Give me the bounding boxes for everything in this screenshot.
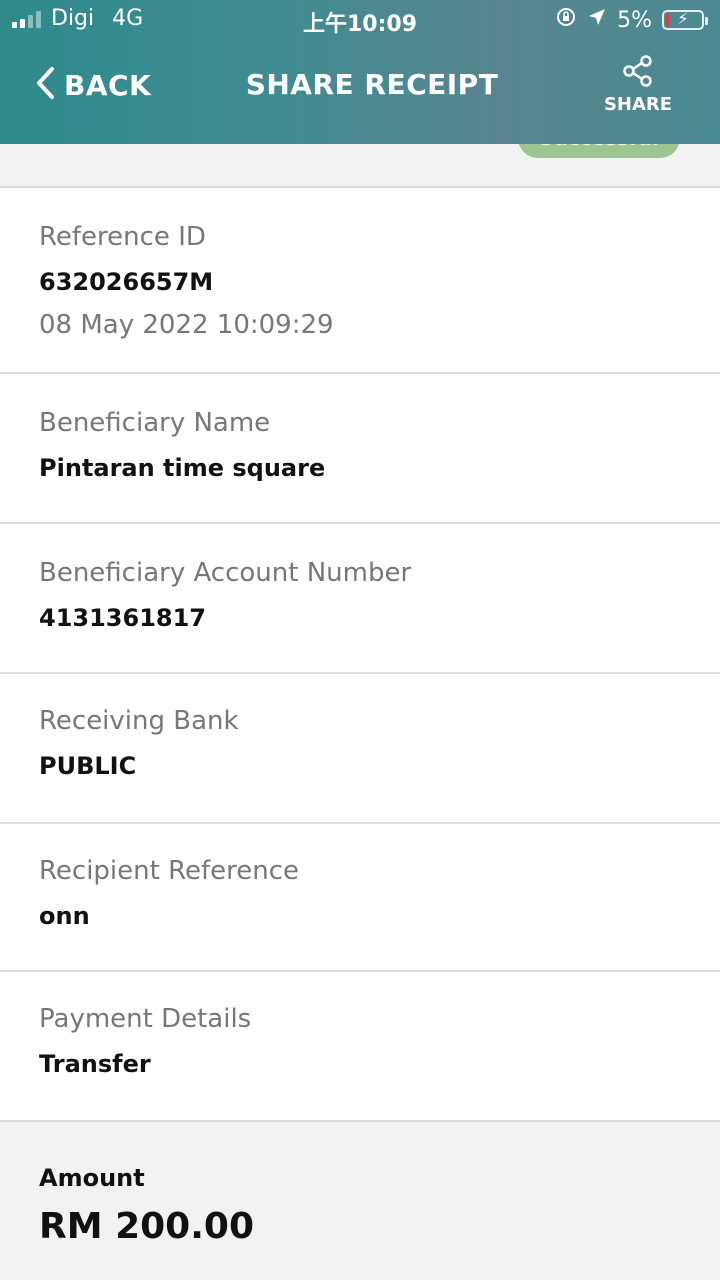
beneficiary-name-row: Beneficiary Name Pintaran time square	[0, 374, 720, 524]
transaction-datetime: 08 May 2022 10:09:29	[39, 310, 334, 340]
status-bar: Digi 4G 上午10:09 5% ⚡	[0, 0, 720, 40]
location-icon	[587, 7, 607, 33]
payment-details-row: Payment Details Transfer	[0, 972, 720, 1122]
reference-row: Reference ID 632026657M 08 May 2022 10:0…	[0, 188, 720, 374]
beneficiary-account-row: Beneficiary Account Number 4131361817	[0, 524, 720, 674]
share-button[interactable]: SHARE	[598, 54, 678, 115]
share-icon	[621, 55, 655, 92]
reference-value: 632026657M	[39, 268, 214, 296]
beneficiary-name-value: Pintaran time square	[39, 454, 326, 482]
receiving-bank-row: Receiving Bank PUBLIC	[0, 674, 720, 824]
reference-label: Reference ID	[39, 222, 206, 252]
battery-percent: 5%	[617, 7, 652, 33]
status-badge: Successful	[518, 144, 680, 158]
nav-bar: BACK SHARE RECEIPT SHARE	[0, 40, 720, 144]
share-label: SHARE	[603, 94, 673, 115]
charging-icon: ⚡	[677, 9, 689, 28]
payment-details-label: Payment Details	[39, 1004, 252, 1034]
rotation-lock-icon	[555, 6, 577, 34]
amount-value: RM 200.00	[39, 1206, 254, 1247]
amount-label: Amount	[39, 1164, 145, 1192]
recipient-reference-label: Recipient Reference	[39, 856, 299, 886]
status-strip: Successful	[0, 144, 720, 188]
receiving-bank-value: PUBLIC	[39, 752, 137, 780]
amount-section: Amount RM 200.00	[0, 1122, 720, 1280]
payment-details-value: Transfer	[39, 1050, 151, 1078]
battery-icon: ⚡	[662, 9, 708, 30]
receiving-bank-label: Receiving Bank	[39, 706, 239, 736]
beneficiary-account-label: Beneficiary Account Number	[39, 558, 412, 588]
beneficiary-account-value: 4131361817	[39, 604, 206, 632]
beneficiary-name-label: Beneficiary Name	[39, 408, 271, 438]
recipient-reference-value: onn	[39, 902, 90, 930]
status-right: 5% ⚡	[555, 6, 708, 34]
app-header: Digi 4G 上午10:09 5% ⚡ BACK SHARE RECEIPT	[0, 0, 720, 144]
recipient-reference-row: Recipient Reference onn	[0, 824, 720, 972]
